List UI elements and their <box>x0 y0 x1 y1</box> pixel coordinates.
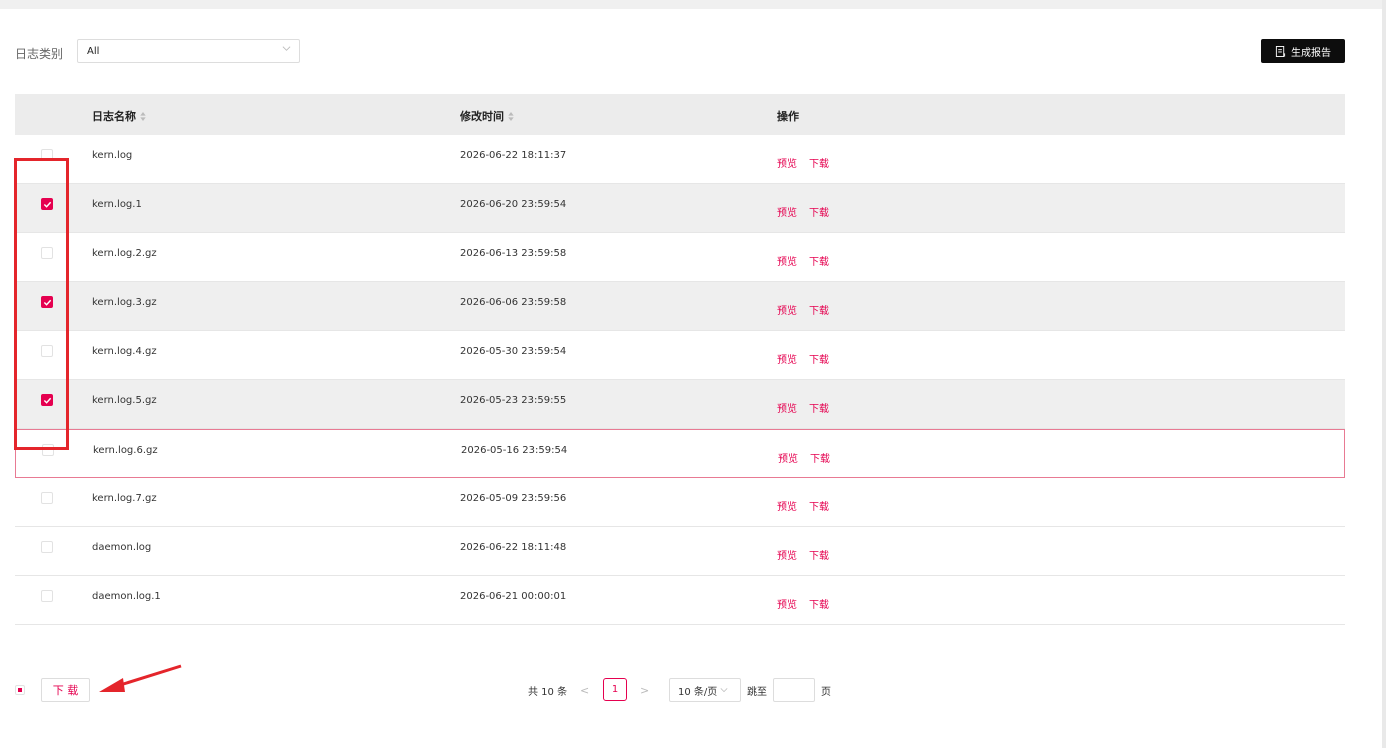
modified-time-cell: 2026-06-20 23:59:54 <box>460 199 567 210</box>
row-actions: 预览 下载 <box>777 253 829 268</box>
log-name-cell: daemon.log <box>92 542 152 553</box>
sort-icon[interactable] <box>508 111 514 121</box>
row-actions: 预览 下载 <box>777 155 829 170</box>
jump-label: 跳至 <box>747 686 767 698</box>
modified-time-cell: 2026-05-16 23:59:54 <box>461 445 568 456</box>
preview-link[interactable]: 预览 <box>778 450 798 465</box>
page-size-value: 10 条/页 <box>678 686 718 698</box>
row-actions: 预览 下载 <box>777 547 829 562</box>
row-actions: 预览 下载 <box>777 351 829 366</box>
modified-time-cell: 2026-06-22 18:11:37 <box>460 150 567 161</box>
log-name-cell: kern.log.1 <box>92 199 142 210</box>
modified-time-cell: 2026-05-09 23:59:56 <box>460 493 567 504</box>
modified-time-cell: 2026-06-21 00:00:01 <box>460 591 567 602</box>
modified-time-cell: 2026-05-23 23:59:55 <box>460 395 567 406</box>
modified-time-cell: 2026-05-30 23:59:54 <box>460 346 567 357</box>
preview-link[interactable]: 预览 <box>777 253 797 268</box>
modified-time-cell: 2026-06-13 23:59:58 <box>460 248 567 259</box>
row-actions: 预览 下载 <box>778 450 830 465</box>
column-header-time[interactable]: 修改时间 <box>460 108 514 124</box>
total-count: 共 10 条 <box>528 686 568 698</box>
table-row[interactable]: kern.log.2.gz 2026-06-13 23:59:58 预览 下载 <box>15 233 1345 282</box>
annotation-highlight-box <box>14 158 69 450</box>
indeterminate-mark <box>18 688 22 692</box>
preview-link[interactable]: 预览 <box>777 204 797 219</box>
log-type-select[interactable]: All <box>77 39 300 63</box>
next-page-button[interactable]: > <box>640 678 649 702</box>
download-link[interactable]: 下载 <box>810 450 830 465</box>
log-name-cell: daemon.log.1 <box>92 591 161 602</box>
page-size-select[interactable]: 10 条/页 <box>669 678 741 702</box>
table-row[interactable]: kern.log 2026-06-22 18:11:37 预览 下载 <box>15 135 1345 184</box>
row-actions: 预览 下载 <box>777 498 829 513</box>
download-link[interactable]: 下载 <box>809 204 829 219</box>
annotation-arrow-icon <box>99 664 182 692</box>
preview-link[interactable]: 预览 <box>777 596 797 611</box>
prev-page-button[interactable]: < <box>580 678 589 702</box>
preview-link[interactable]: 预览 <box>777 498 797 513</box>
jump-page-input[interactable] <box>773 678 815 702</box>
page-1-button[interactable]: 1 <box>603 678 627 701</box>
row-checkbox[interactable] <box>41 541 53 553</box>
document-icon <box>1275 45 1286 57</box>
table-row[interactable]: kern.log.4.gz 2026-05-30 23:59:54 预览 下载 <box>15 331 1345 380</box>
log-name-cell: kern.log.6.gz <box>93 445 158 456</box>
page-suffix-label: 页 <box>821 686 831 698</box>
preview-link[interactable]: 预览 <box>777 400 797 415</box>
download-link[interactable]: 下载 <box>809 400 829 415</box>
row-actions: 预览 下载 <box>777 400 829 415</box>
download-link[interactable]: 下载 <box>809 155 829 170</box>
log-name-cell: kern.log.2.gz <box>92 248 157 259</box>
download-button[interactable]: 下 载 <box>41 678 90 702</box>
table-header: 日志名称 修改时间 操作 <box>15 94 1345 135</box>
row-checkbox[interactable] <box>41 590 53 602</box>
column-header-name[interactable]: 日志名称 <box>92 108 146 124</box>
modified-time-cell: 2026-06-22 18:11:48 <box>460 542 567 553</box>
row-actions: 预览 下载 <box>777 204 829 219</box>
preview-link[interactable]: 预览 <box>777 547 797 562</box>
download-link[interactable]: 下载 <box>809 302 829 317</box>
download-link[interactable]: 下载 <box>809 596 829 611</box>
table-row[interactable]: daemon.log 2026-06-22 18:11:48 预览 下载 <box>15 527 1345 576</box>
generate-report-label: 生成报告 <box>1291 47 1331 59</box>
row-actions: 预览 下载 <box>777 302 829 317</box>
download-link[interactable]: 下载 <box>809 498 829 513</box>
log-type-label: 日志类别 <box>15 47 64 61</box>
column-header-time-label: 修改时间 <box>460 110 504 123</box>
column-header-name-label: 日志名称 <box>92 110 136 123</box>
download-link[interactable]: 下载 <box>809 253 829 268</box>
table-row[interactable]: daemon.log.1 2026-06-21 00:00:01 预览 下载 <box>15 576 1345 625</box>
scrollbar-track[interactable] <box>1382 0 1386 748</box>
table-row[interactable]: kern.log.6.gz 2026-05-16 23:59:54 预览 下载 <box>15 429 1345 478</box>
preview-link[interactable]: 预览 <box>777 302 797 317</box>
column-header-ops-label: 操作 <box>777 110 799 123</box>
download-link[interactable]: 下载 <box>809 547 829 562</box>
select-all-checkbox[interactable] <box>15 685 25 695</box>
table-row[interactable]: kern.log.1 2026-06-20 23:59:54 预览 下载 <box>15 184 1345 233</box>
sort-icon[interactable] <box>140 111 146 121</box>
log-name-cell: kern.log.4.gz <box>92 346 157 357</box>
table-row[interactable]: kern.log.7.gz 2026-05-09 23:59:56 预览 下载 <box>15 478 1345 527</box>
modified-time-cell: 2026-06-06 23:59:58 <box>460 297 567 308</box>
log-type-value: All <box>87 46 100 57</box>
generate-report-button[interactable]: 生成报告 <box>1261 39 1345 63</box>
column-header-ops: 操作 <box>777 108 799 124</box>
log-name-cell: kern.log.7.gz <box>92 493 157 504</box>
chevron-down-icon <box>720 688 728 693</box>
row-checkbox[interactable] <box>41 492 53 504</box>
download-link[interactable]: 下载 <box>809 351 829 366</box>
preview-link[interactable]: 预览 <box>777 155 797 170</box>
row-actions: 预览 下载 <box>777 596 829 611</box>
log-name-cell: kern.log <box>92 150 133 161</box>
log-name-cell: kern.log.3.gz <box>92 297 157 308</box>
preview-link[interactable]: 预览 <box>777 351 797 366</box>
chevron-down-icon <box>282 46 291 51</box>
table-row[interactable]: kern.log.3.gz 2026-06-06 23:59:58 预览 下载 <box>15 282 1345 331</box>
table-row[interactable]: kern.log.5.gz 2026-05-23 23:59:55 预览 下载 <box>15 380 1345 429</box>
log-name-cell: kern.log.5.gz <box>92 395 157 406</box>
